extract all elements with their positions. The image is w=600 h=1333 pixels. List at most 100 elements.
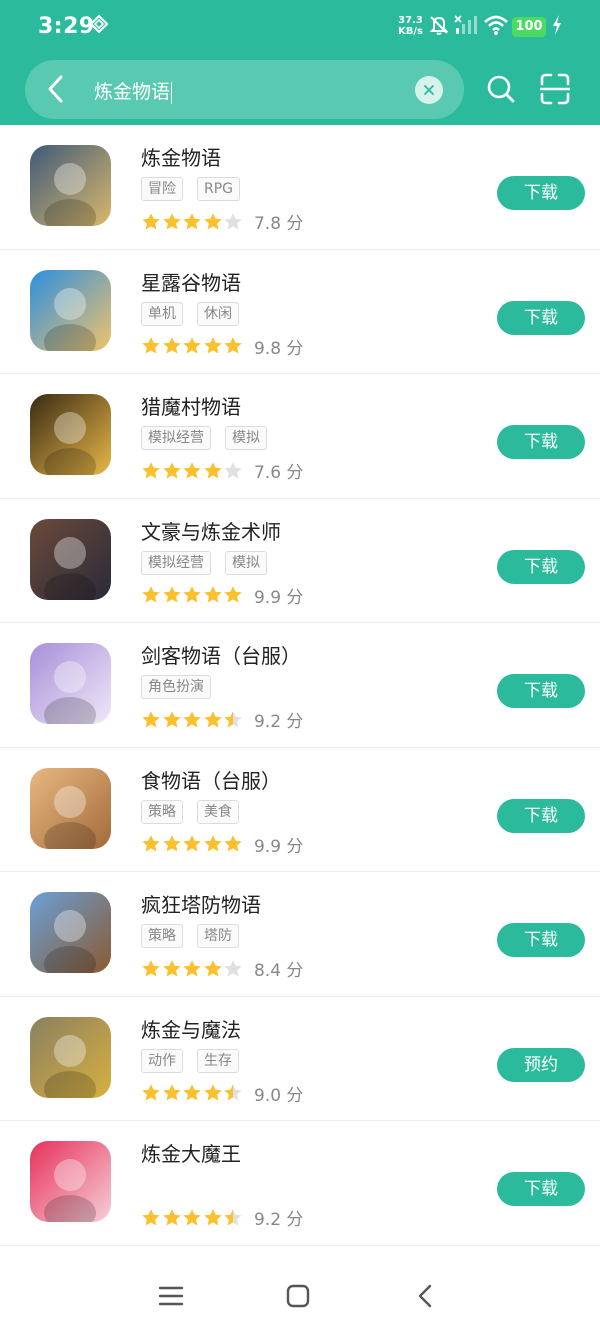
- wifi-icon: [484, 15, 508, 35]
- app-tag: 模拟经营: [141, 426, 211, 450]
- search-bar[interactable]: [25, 60, 464, 119]
- app-rating: 9.9 分: [141, 832, 303, 857]
- download-button[interactable]: 预约: [497, 1047, 585, 1082]
- net-speed: 37.3 KB/s: [398, 15, 423, 37]
- app-name[interactable]: 猎魔村物语: [141, 391, 241, 420]
- download-button[interactable]: 下载: [497, 798, 585, 833]
- app-name[interactable]: 炼金与魔法: [141, 1014, 241, 1043]
- star-icon: [204, 1208, 222, 1225]
- star-icon: [162, 835, 181, 852]
- app-name[interactable]: 疯狂塔防物语: [141, 889, 261, 918]
- star-icon: [183, 1208, 201, 1225]
- app-icon[interactable]: [30, 643, 111, 724]
- app-tags: 模拟经营 模拟: [141, 426, 281, 450]
- app-list-item[interactable]: 疯狂塔防物语 策略 塔防 8.4 分 下载: [0, 872, 600, 997]
- app-tag: 角色扮演: [141, 675, 211, 699]
- app-tags: 动作 生存: [141, 1048, 253, 1073]
- app-name[interactable]: 炼金大魔王: [141, 1138, 241, 1167]
- diamond-icon: [89, 14, 109, 34]
- app-tags: 策略 美食: [141, 799, 253, 824]
- star-icon: [142, 212, 160, 229]
- star-icon: [204, 586, 222, 603]
- app-list-item[interactable]: 炼金物语 冒险 RPG 7.8 分 下载: [0, 125, 600, 250]
- app-list-item[interactable]: 食物语（台服） 策略 美食 9.9 分 下载: [0, 748, 600, 872]
- star-icon: [224, 1208, 243, 1225]
- app-score: 7.6 分: [253, 463, 304, 483]
- app-list-item[interactable]: 炼金大魔王 9.2 分 下载: [0, 1121, 600, 1246]
- app-icon[interactable]: [30, 767, 111, 849]
- app-list-item[interactable]: 星露谷物语 单机 休闲 9.8 分 下载: [0, 250, 600, 374]
- signal-icon: [454, 15, 477, 34]
- star-icon: [142, 959, 160, 976]
- app-icon[interactable]: [30, 1141, 111, 1222]
- download-button[interactable]: 下载: [497, 1172, 585, 1206]
- star-icon: [142, 710, 160, 727]
- star-icon: [204, 1084, 222, 1101]
- app-tags: 策略 塔防: [141, 924, 253, 948]
- star-icon: [224, 461, 243, 478]
- app-icon[interactable]: [30, 1016, 111, 1098]
- star-icon: [183, 337, 201, 354]
- scan-icon[interactable]: [540, 73, 570, 105]
- mute-bell-icon: [429, 16, 449, 35]
- app-icon[interactable]: [30, 145, 111, 226]
- app-tag: 塔防: [197, 924, 239, 948]
- star-icon: [162, 337, 181, 354]
- download-button[interactable]: 下载: [497, 300, 585, 335]
- app-list-item[interactable]: 剑客物语（台服） 角色扮演 9.2 分 下载: [0, 623, 600, 748]
- star-icon: [142, 835, 160, 852]
- star-icon: [142, 337, 160, 354]
- status-time: 3:29: [38, 14, 95, 39]
- app-tags: 角色扮演: [141, 675, 225, 699]
- app-list-item[interactable]: 炼金与魔法 动作 生存 9.0 分 预约: [0, 997, 600, 1121]
- star-icon: [183, 586, 201, 603]
- star-icon: [162, 461, 181, 478]
- app-name[interactable]: 炼金物语: [141, 142, 221, 171]
- star-icon: [224, 586, 243, 603]
- app-list-item[interactable]: 文豪与炼金术师 模拟经营 模拟 9.9 分 下载: [0, 499, 600, 623]
- app-list-item[interactable]: 猎魔村物语 模拟经营 模拟 7.6 分 下载: [0, 374, 600, 499]
- star-icon: [224, 1084, 243, 1101]
- app-name[interactable]: 文豪与炼金术师: [141, 516, 281, 545]
- app-tag: 策略: [141, 924, 183, 948]
- star-icon: [162, 959, 181, 976]
- download-button[interactable]: 下载: [497, 923, 585, 957]
- app-tag: 模拟: [225, 550, 267, 575]
- chevron-left-icon[interactable]: [44, 74, 70, 104]
- app-rating: 9.2 分: [141, 707, 303, 732]
- star-icon: [142, 1208, 160, 1225]
- app-icon[interactable]: [30, 394, 111, 475]
- menu-icon[interactable]: [158, 1283, 184, 1309]
- home-icon[interactable]: [285, 1283, 311, 1309]
- search-input[interactable]: 炼金物语: [94, 77, 173, 104]
- star-icon: [142, 461, 160, 478]
- app-name[interactable]: 食物语（台服）: [141, 765, 281, 794]
- app-tag: 生存: [197, 1048, 239, 1073]
- back-icon[interactable]: [413, 1283, 439, 1309]
- star-icon: [224, 835, 243, 852]
- app-score: 9.2 分: [253, 1210, 304, 1230]
- star-icon: [204, 212, 222, 229]
- app-name[interactable]: 星露谷物语: [141, 267, 241, 296]
- search-results-list: 炼金物语 冒险 RPG 7.8 分 下载 星露谷物语 单机 休闲 9.8 分 下载: [0, 125, 600, 1246]
- download-button[interactable]: 下载: [497, 176, 585, 210]
- app-tag: 模拟经营: [141, 550, 211, 575]
- app-icon[interactable]: [30, 269, 111, 351]
- star-icon: [162, 1208, 181, 1225]
- search-icon[interactable]: [486, 74, 516, 104]
- app-icon[interactable]: [30, 892, 111, 973]
- app-icon[interactable]: [30, 518, 111, 600]
- app-rating: 8.4 分: [141, 956, 303, 981]
- text-caret: [171, 81, 173, 104]
- app-tag: 动作: [141, 1048, 183, 1073]
- star-icon: [142, 586, 160, 603]
- app-name[interactable]: 剑客物语（台服）: [141, 640, 301, 669]
- download-button[interactable]: 下载: [497, 674, 585, 708]
- app-rating: 9.8 分: [141, 334, 303, 359]
- star-icon: [162, 1084, 181, 1101]
- app-rating: 9.9 分: [141, 583, 303, 608]
- star-icon: [162, 586, 181, 603]
- download-button[interactable]: 下载: [497, 549, 585, 584]
- close-icon[interactable]: [415, 76, 443, 104]
- download-button[interactable]: 下载: [497, 425, 585, 459]
